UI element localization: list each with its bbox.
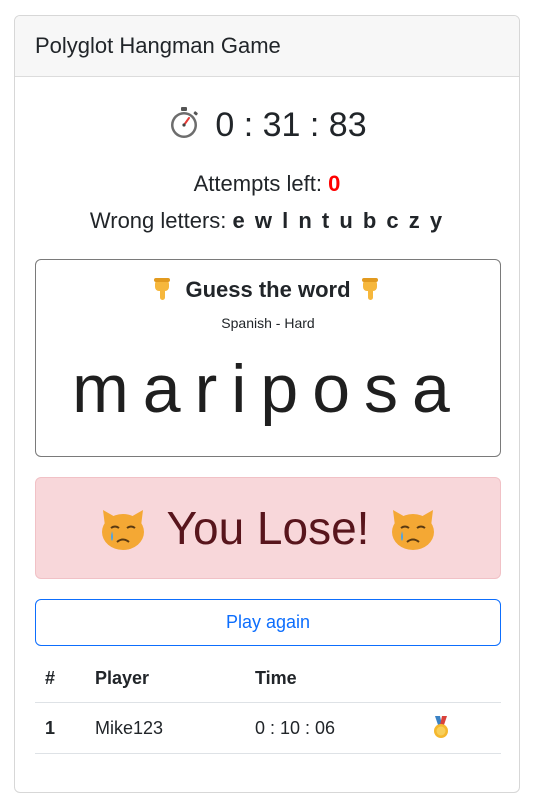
- leaderboard-table: # Player Time 1 Mike123 0 : 10 : 06: [35, 654, 501, 754]
- column-player: Player: [85, 654, 245, 703]
- result-alert: You Lose!: [35, 477, 501, 579]
- stopwatch-icon: [167, 106, 201, 149]
- row-medal-cell: [421, 702, 501, 754]
- attempts-label: Attempts left:: [193, 171, 329, 196]
- language-difficulty: Spanish - Hard: [221, 315, 315, 331]
- wrong-letters: Wrong letters: e w l n t u b c z y: [15, 208, 519, 234]
- table-row: 1 Mike123 0 : 10 : 06: [35, 702, 501, 754]
- attempts-count: 0: [328, 171, 341, 196]
- wrong-letters-value: e w l n t u b c z y: [232, 208, 445, 233]
- secret-word: mariposa: [72, 351, 464, 427]
- timer-value: 0 : 31 : 83: [215, 106, 367, 144]
- play-again-button[interactable]: Play again: [35, 599, 501, 646]
- crying-cat-icon: [97, 502, 149, 554]
- word-panel-title: Guess the word: [36, 276, 500, 303]
- gold-medal-icon: [431, 716, 451, 740]
- word-panel: Guess the word Spanish - Hard mariposa: [35, 259, 501, 457]
- wrong-letters-label: Wrong letters:: [89, 208, 233, 233]
- crying-cat-icon: [387, 502, 439, 554]
- column-time: Time: [245, 654, 421, 703]
- pointing-down-icon: [359, 276, 385, 302]
- guess-word-heading: Guess the word: [185, 277, 351, 302]
- row-player: Mike123: [85, 702, 245, 754]
- card-header: Polyglot Hangman Game: [15, 16, 519, 77]
- pointing-down-icon: [151, 276, 177, 302]
- app-title: Polyglot Hangman Game: [35, 33, 281, 58]
- game-card: Polyglot Hangman Game 0 : 31 : 83 Attemp…: [14, 15, 520, 793]
- attempts-left: Attempts left: 0: [15, 171, 519, 197]
- result-text: You Lose!: [166, 502, 370, 554]
- column-medal: [421, 654, 501, 703]
- row-time: 0 : 10 : 06: [245, 702, 421, 754]
- column-rank: #: [35, 654, 85, 703]
- leaderboard-header-row: # Player Time: [35, 654, 501, 703]
- timer: 0 : 31 : 83: [15, 106, 519, 149]
- row-rank: 1: [35, 702, 85, 754]
